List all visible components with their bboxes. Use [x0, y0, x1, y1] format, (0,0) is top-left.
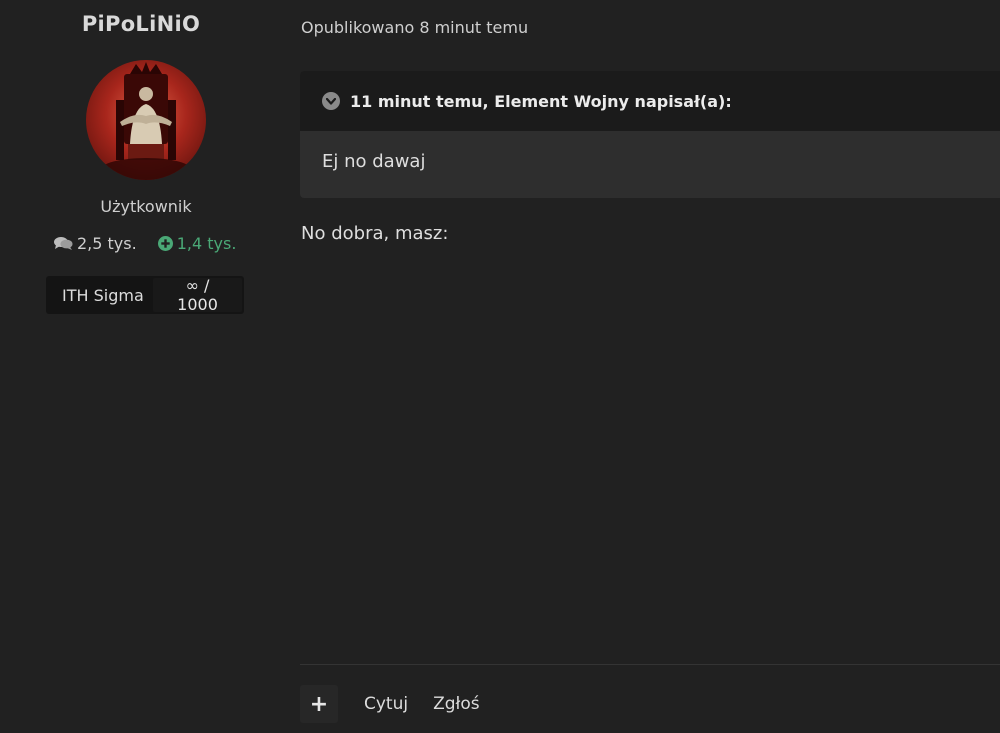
quote-block: 11 minut temu, Element Wojny napisał(a):… — [300, 71, 1000, 198]
comments-icon — [54, 236, 73, 250]
badge-value: ∞ / 1000 — [153, 276, 242, 314]
react-plus-button[interactable]: + — [300, 685, 338, 723]
badge-name: ITH Sigma — [62, 285, 144, 305]
post-content: No dobra, masz: — [301, 223, 449, 244]
reputation-count: 1,4 tys. — [176, 233, 237, 253]
quote-citation: 11 minut temu, Element Wojny napisał(a): — [350, 91, 732, 111]
author-badge[interactable]: ITH Sigma ∞ / 1000 — [46, 276, 244, 314]
posts-count-stat[interactable]: 2,5 tys. — [54, 234, 137, 253]
reputation-stat[interactable]: 1,4 tys. — [157, 233, 237, 253]
chevron-down-circle-icon[interactable] — [322, 92, 340, 110]
plus-circle-icon — [157, 235, 173, 251]
post-published-time[interactable]: Opublikowano 8 minut temu — [301, 18, 528, 37]
quote-button[interactable]: Cytuj — [364, 694, 408, 714]
quote-header[interactable]: 11 minut temu, Element Wojny napisał(a): — [300, 71, 1000, 131]
author-rank: Użytkownik — [100, 197, 192, 216]
author-username[interactable]: PiPoLiNiO — [0, 12, 282, 36]
forum-post: PiPoLiNiO Użytkownik 2,5 tys. 1,4 tys. I… — [0, 0, 1000, 733]
author-panel: PiPoLiNiO Użytkownik 2,5 tys. 1,4 tys. I… — [0, 0, 282, 733]
author-avatar[interactable] — [86, 60, 206, 180]
report-button[interactable]: Zgłoś — [433, 694, 480, 714]
quote-body: Ej no dawaj — [322, 151, 426, 172]
post-footer-divider — [300, 664, 1000, 665]
author-stats: 2,5 tys. 1,4 tys. — [54, 232, 236, 254]
post-actions: + Cytuj Zgłoś — [300, 684, 480, 724]
posts-count: 2,5 tys. — [77, 233, 137, 253]
avatar-image — [100, 62, 192, 180]
